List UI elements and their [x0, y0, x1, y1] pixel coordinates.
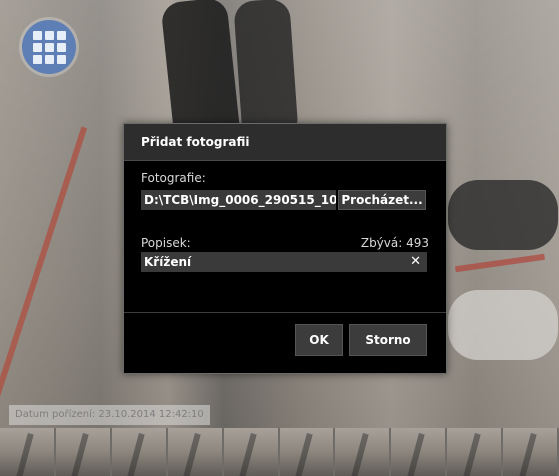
browse-button[interactable]: Procházet... — [338, 190, 426, 210]
filmstrip-thumbnail[interactable] — [447, 428, 502, 476]
filmstrip-thumbnail[interactable] — [279, 428, 334, 476]
photo-background-detail — [448, 290, 558, 360]
apps-menu-button[interactable] — [22, 20, 76, 74]
dialog-title: Přidat fotografii — [141, 135, 250, 149]
caption-input[interactable]: Křížení ✕ — [141, 252, 427, 272]
filmstrip-thumbnail[interactable] — [503, 428, 558, 476]
photo-label: Fotografie: — [141, 171, 206, 185]
capture-date-label: Datum pořízení: 23.10.2014 12:42:10 — [9, 405, 210, 425]
ok-button[interactable]: OK — [295, 324, 343, 356]
dialog-header: Přidat fotografii — [124, 124, 446, 161]
add-photo-dialog: Přidat fotografii Fotografie: D:\TCB\Img… — [123, 123, 447, 374]
caption-remaining-count: Zbývá: 493 — [360, 236, 429, 250]
photo-path-field[interactable]: D:\TCB\Img_0006_290515_10 — [141, 190, 336, 210]
filmstrip-thumbnail[interactable] — [223, 428, 278, 476]
apps-grid-icon — [32, 30, 66, 64]
cancel-button[interactable]: Storno — [349, 324, 427, 356]
filmstrip-thumbnail[interactable] — [335, 428, 390, 476]
filmstrip-thumbnail[interactable] — [391, 428, 446, 476]
dialog-separator — [124, 312, 446, 313]
photo-background-detail — [233, 0, 299, 142]
photo-background-detail — [448, 180, 558, 250]
filmstrip-thumbnail[interactable] — [111, 428, 166, 476]
clear-icon[interactable]: ✕ — [410, 252, 421, 272]
filmstrip-thumbnail[interactable] — [167, 428, 222, 476]
caption-label: Popisek: — [141, 236, 191, 250]
caption-input-value: Křížení — [144, 255, 192, 269]
filmstrip-thumbnail[interactable] — [55, 428, 110, 476]
filmstrip-thumbnail[interactable] — [0, 428, 54, 476]
filmstrip — [0, 428, 559, 476]
